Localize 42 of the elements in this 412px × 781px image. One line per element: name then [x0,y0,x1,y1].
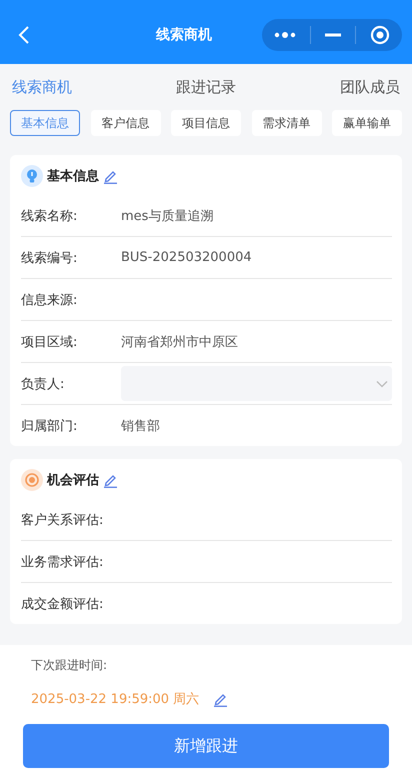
pencil-icon [103,472,118,488]
field-label: 业务需求评估: [21,554,104,570]
chevron-down-icon [376,380,388,388]
tab[interactable]: 团队成员 [340,78,400,96]
select-field[interactable] [121,366,392,401]
more-icon [274,31,296,39]
section-title: 机会评估 [47,472,99,489]
pencil-icon [103,168,118,184]
tab[interactable]: 项目信息 [171,110,241,136]
target-icon [21,469,43,491]
section-title: 基本信息 [47,168,99,185]
edit-button[interactable] [103,472,118,488]
field-label: 负责人: [21,376,66,392]
target-icon [370,25,390,45]
date-time-value: 2025-03-22 19:59:00 周六 [31,691,200,708]
field-value: mes与质量追溯 [121,208,214,224]
minimize-icon [325,33,341,37]
add-follow-up-button[interactable]: 新增跟进 [23,724,389,768]
more-button[interactable] [272,31,298,39]
minimize-button[interactable] [323,33,343,37]
edit-button[interactable] [213,692,228,706]
field-value: BUS-202503200004 [121,250,252,265]
tab[interactable]: 赢单输单 [332,110,402,136]
field-label: 成交金额评估: [21,596,104,612]
field-label: 线索编号: [21,250,78,266]
field-label: 项目区域: [21,334,78,350]
window-title: 线索商机 [156,26,212,44]
field-value: 河南省郑州市中原区 [121,334,238,350]
field-label: 下次跟进时间: [30,657,108,674]
lightbulb-icon [21,165,43,187]
edit-button[interactable] [103,168,118,184]
tab[interactable]: 客户信息 [90,110,160,136]
field-value: 销售部 [121,418,160,434]
field-label: 客户关系评估: [21,512,104,528]
field-label: 信息来源: [21,292,78,308]
field-label: 归属部门: [21,418,78,434]
back-icon [18,25,30,45]
tab[interactable]: 跟进记录 [176,78,236,96]
tab[interactable]: 需求清单 [252,110,322,136]
close-button[interactable] [368,25,392,45]
field-label: 线索名称: [21,208,78,224]
pencil-icon [213,692,228,706]
